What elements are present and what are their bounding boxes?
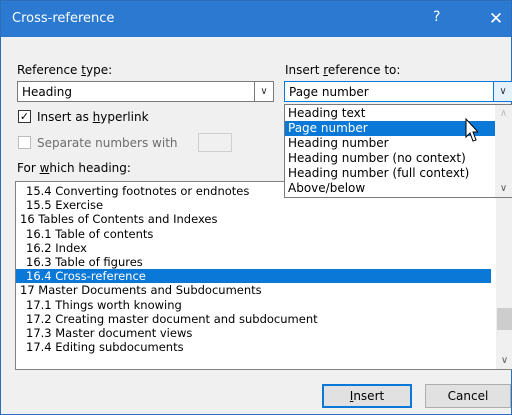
mouse-pointer-icon	[465, 118, 478, 142]
insert-as-hyperlink-label[interactable]: Insert as hyperlink	[37, 110, 149, 124]
cross-reference-dialog: Cross-reference ? ✕ Reference type: Head…	[0, 0, 512, 415]
insert-reference-to-label: Insert reference to:	[285, 63, 401, 77]
heading-list-scrollbar[interactable]: ∧ ∨	[496, 182, 512, 369]
list-item[interactable]: 16.3 Table of figures	[16, 255, 491, 269]
separate-numbers-input[interactable]	[198, 133, 232, 152]
list-item[interactable]: 17.2 Creating master document and subdoc…	[16, 312, 491, 326]
list-item[interactable]: 16.2 Index	[16, 241, 491, 255]
help-button[interactable]: ?	[433, 9, 440, 25]
insert-as-hyperlink-checkbox[interactable]: ✓	[18, 110, 31, 123]
scroll-up-icon[interactable]: ∧	[495, 105, 512, 122]
list-item[interactable]: 17.3 Master document views	[16, 326, 491, 340]
chevron-down-icon[interactable]: ∨	[254, 82, 273, 101]
list-item[interactable]: 17.1 Things worth knowing	[16, 298, 491, 312]
dropdown-option[interactable]: Above/below	[285, 181, 495, 196]
close-button[interactable]: ✕	[481, 6, 511, 32]
insert-reference-to-select[interactable]: Page number ∨	[284, 81, 512, 102]
list-item[interactable]: 15.5 Exercise	[16, 198, 491, 212]
list-item[interactable]: 16.1 Table of contents	[16, 227, 491, 241]
chevron-down-icon[interactable]: ∨	[493, 82, 512, 101]
for-which-heading-label: For which heading:	[17, 161, 131, 175]
cancel-button[interactable]: Cancel	[425, 384, 511, 408]
dropdown-option[interactable]: Heading number (full context)	[285, 166, 495, 181]
scroll-down-icon[interactable]: ∨	[495, 180, 512, 197]
list-item[interactable]: 17.4 Editing subdocuments	[16, 340, 491, 354]
dropdown-scrollbar[interactable]: ∧ ∨	[495, 105, 512, 197]
separate-numbers-label: Separate numbers with	[37, 136, 178, 150]
reference-type-value: Heading	[22, 85, 72, 99]
reference-type-select[interactable]: Heading ∨	[17, 81, 274, 102]
scroll-thumb[interactable]	[497, 308, 512, 330]
list-item[interactable]: 16 Tables of Contents and Indexes	[16, 212, 491, 226]
checkmark-icon: ✓	[19, 110, 30, 123]
separate-numbers-checkbox[interactable]	[18, 136, 31, 149]
window-title: Cross-reference	[12, 11, 115, 26]
list-item[interactable]: 16.4 Cross-reference	[16, 269, 491, 284]
scroll-down-icon[interactable]: ∨	[496, 352, 512, 369]
heading-listbox[interactable]: 17.4 Editing subdocuments 17.3 Master doc…	[15, 181, 512, 370]
insert-reference-to-value: Page number	[289, 85, 369, 99]
insert-button[interactable]: Insert	[322, 384, 412, 408]
list-item[interactable]: 17 Master Documents and Subdocuments	[16, 283, 491, 297]
dropdown-option[interactable]: Heading number (no context)	[285, 151, 495, 166]
title-bar[interactable]: Cross-reference ? ✕	[1, 1, 511, 37]
reference-type-label: Reference type:	[17, 63, 113, 77]
